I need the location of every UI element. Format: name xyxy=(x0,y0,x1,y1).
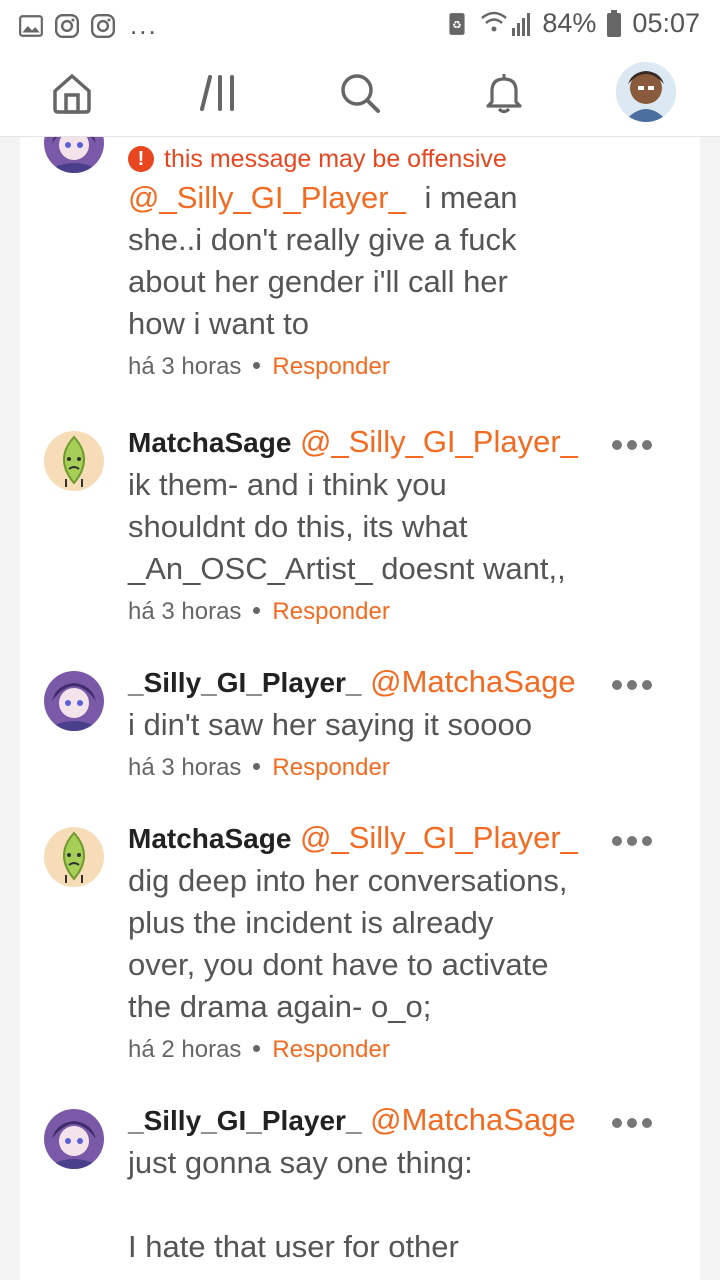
overflow-indicator: ... xyxy=(130,10,158,40)
top-navigation xyxy=(0,50,720,137)
battery-percent: 84% xyxy=(542,8,597,38)
comment-body: _Silly_GI_Player_ @MatchaSage i din't sa… xyxy=(128,661,608,788)
battery-icon xyxy=(607,9,622,37)
svg-text:♻: ♻ xyxy=(453,18,463,31)
reply-link[interactable]: Responder xyxy=(272,353,389,380)
search-button[interactable] xyxy=(336,70,384,116)
wifi-signal-icon xyxy=(481,11,531,36)
username[interactable]: _Silly_GI_Player_ xyxy=(128,1105,362,1136)
user-avatar[interactable] xyxy=(44,827,104,887)
comment-text-line: how i want to xyxy=(128,306,309,341)
comment-text-line: just gonna say one thing: xyxy=(128,1145,473,1180)
comment-timestamp: há 3 horas xyxy=(128,598,242,625)
comment-body: MatchaSage @_Silly_GI_Player_ dig deep i… xyxy=(128,817,608,1070)
comment-text-line: the drama again- o_o; xyxy=(128,989,432,1024)
comment-body: ! this message may be offensive @_Silly_… xyxy=(128,141,608,387)
status-bar: ... ♻ 84% 05:07 xyxy=(0,0,720,50)
instagram-icon xyxy=(90,13,116,38)
warning-text: this message may be offensive xyxy=(164,145,507,173)
mention-link[interactable]: @MatchaSage xyxy=(370,1102,576,1137)
home-button[interactable] xyxy=(48,70,96,116)
comment-timestamp: há 3 horas xyxy=(128,353,242,380)
username[interactable]: MatchaSage xyxy=(128,427,291,458)
comment-text-line: about her gender i'll call her xyxy=(128,264,508,299)
comment-text-line: over, you dont have to activate xyxy=(128,947,549,982)
search-icon xyxy=(341,74,380,113)
reply-link[interactable]: Responder xyxy=(272,1036,389,1063)
user-avatar[interactable] xyxy=(44,671,104,731)
comment-timestamp: há 2 horas xyxy=(128,1036,242,1063)
username[interactable]: MatchaSage xyxy=(128,823,291,854)
mention-link[interactable]: @MatchaSage xyxy=(370,664,576,699)
username[interactable]: _Silly_GI_Player_ xyxy=(128,667,362,698)
more-options-button[interactable] xyxy=(612,831,656,851)
reply-link[interactable]: Responder xyxy=(272,754,389,781)
mention-link[interactable]: @_Silly_GI_Player_ xyxy=(128,180,406,215)
reply-link[interactable]: Responder xyxy=(272,598,389,625)
separator-dot xyxy=(253,1045,261,1053)
comment-text-line: she..i don't really give a fuck xyxy=(128,222,517,257)
leaf-avatar-image xyxy=(44,431,104,491)
more-options-button[interactable] xyxy=(612,435,656,455)
instagram-icon xyxy=(54,13,80,38)
anime-avatar-image xyxy=(44,1109,104,1169)
gallery-icon xyxy=(19,14,43,37)
battery-saver-icon: ♻ xyxy=(449,12,465,35)
user-avatar[interactable] xyxy=(44,1109,104,1169)
mention-link[interactable]: @_Silly_GI_Player_ xyxy=(300,820,578,855)
separator-dot xyxy=(253,362,261,370)
mention-link[interactable]: @_Silly_GI_Player_ xyxy=(300,424,578,459)
comment-text-line: I hate that user for other xyxy=(128,1229,459,1264)
feed-button[interactable] xyxy=(194,70,242,116)
comment-text-line: plus the incident is already xyxy=(128,905,494,940)
comment-timestamp: há 3 horas xyxy=(128,754,242,781)
separator-dot xyxy=(253,763,261,771)
user-avatar[interactable] xyxy=(44,137,104,173)
comment-body: _Silly_GI_Player_ @MatchaSage just gonna… xyxy=(128,1099,608,1268)
feed-icon xyxy=(200,75,234,111)
warning-icon: ! xyxy=(128,146,154,172)
comment-text-line: i mean xyxy=(424,180,518,215)
comment-text-line: dig deep into her conversations, xyxy=(128,863,568,898)
comment-text-line xyxy=(128,1184,608,1226)
notifications-button[interactable] xyxy=(480,70,528,116)
more-options-button[interactable] xyxy=(612,675,656,695)
more-options-button[interactable] xyxy=(612,1113,656,1133)
anime-avatar-image xyxy=(44,671,104,731)
clock: 05:07 xyxy=(632,8,700,38)
offensive-warning[interactable]: ! this message may be offensive xyxy=(128,141,608,177)
profile-avatar[interactable] xyxy=(616,62,676,122)
profile-avatar-image xyxy=(616,62,676,122)
bell-icon xyxy=(486,74,522,114)
comment-text-line: i din't saw her saying it soooo xyxy=(128,707,532,742)
home-icon xyxy=(53,74,91,114)
comments-thread: ! this message may be offensive @_Silly_… xyxy=(20,137,700,1280)
separator-dot xyxy=(253,607,261,615)
comment-body: MatchaSage @_Silly_GI_Player_ ik them- a… xyxy=(128,421,608,632)
comment-text-line: shouldnt do this, its what xyxy=(128,509,468,544)
user-avatar[interactable] xyxy=(44,431,104,491)
comment-text-line: ik them- and i think you xyxy=(128,467,447,502)
comment-text-line: _An_OSC_Artist_ doesnt want,, xyxy=(128,551,566,586)
anime-avatar-image xyxy=(44,137,104,173)
leaf-avatar-image xyxy=(44,827,104,887)
